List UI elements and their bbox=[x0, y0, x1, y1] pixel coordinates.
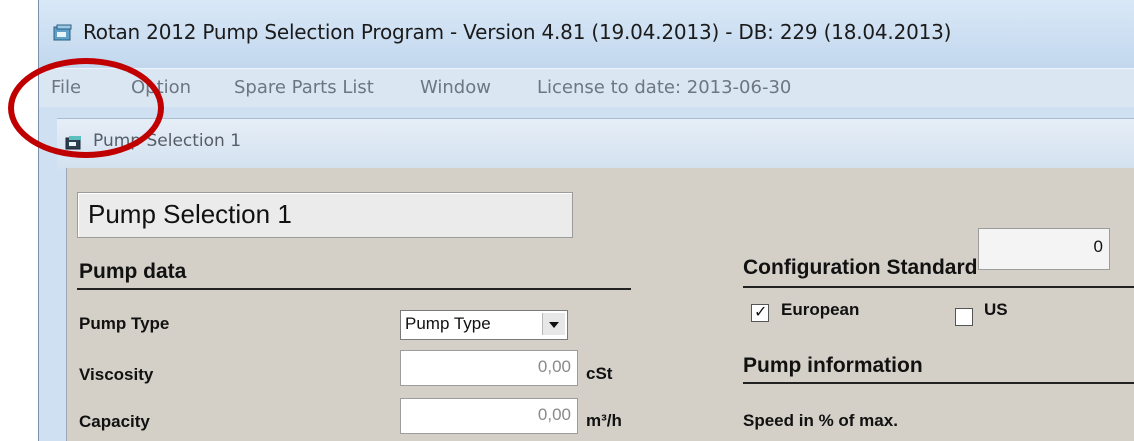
app-icon bbox=[53, 24, 72, 41]
european-checkbox[interactable]: ✓ bbox=[751, 302, 769, 322]
pump-information-heading: Pump information bbox=[743, 354, 923, 377]
checkmark-icon: ✓ bbox=[754, 302, 768, 321]
capacity-unit: m³/h bbox=[586, 411, 622, 430]
child-window-titlebar[interactable]: Pump Selection 1 bbox=[57, 118, 1134, 169]
speed-input[interactable]: 0 bbox=[978, 228, 1110, 270]
configuration-standard-heading: Configuration Standard bbox=[743, 256, 978, 279]
european-label[interactable]: European bbox=[781, 300, 859, 320]
pump-data-divider bbox=[77, 288, 631, 290]
pump-data-heading: Pump data bbox=[79, 260, 187, 283]
viscosity-label: Viscosity bbox=[79, 365, 154, 384]
pump-type-selected: Pump Type bbox=[405, 314, 491, 333]
selection-name-field[interactable]: Pump Selection 1 bbox=[77, 192, 573, 238]
window-titlebar[interactable]: Rotan 2012 Pump Selection Program - Vers… bbox=[39, 0, 1134, 68]
capacity-input[interactable]: 0,00 bbox=[400, 398, 578, 434]
menu-window[interactable]: Window bbox=[420, 77, 491, 98]
menu-bar: File Option Spare Parts List Window Lice… bbox=[39, 68, 1134, 107]
us-label[interactable]: US bbox=[984, 300, 1008, 320]
speed-label: Speed in % of max. bbox=[743, 411, 898, 430]
viscosity-value: 0,00 bbox=[537, 357, 571, 376]
chevron-down-icon[interactable] bbox=[542, 313, 565, 335]
pump-type-label: Pump Type bbox=[79, 314, 170, 333]
pump-type-select[interactable]: Pump Type bbox=[400, 310, 568, 340]
license-info: License to date: 2013-06-30 bbox=[537, 77, 792, 98]
viscosity-unit: cSt bbox=[586, 364, 613, 383]
speed-value: 0 bbox=[1093, 237, 1103, 256]
menu-spare-parts-list[interactable]: Spare Parts List bbox=[234, 77, 374, 98]
configuration-divider bbox=[743, 286, 1134, 288]
pump-information-divider bbox=[743, 382, 1134, 384]
window-title: Rotan 2012 Pump Selection Program - Vers… bbox=[83, 20, 952, 44]
capacity-label: Capacity bbox=[79, 412, 150, 431]
highlight-circle bbox=[8, 58, 164, 158]
us-checkbox[interactable] bbox=[955, 308, 973, 326]
selection-name-value: Pump Selection 1 bbox=[88, 199, 292, 229]
capacity-value: 0,00 bbox=[537, 405, 571, 424]
app-window: Rotan 2012 Pump Selection Program - Vers… bbox=[38, 0, 1134, 441]
viscosity-input[interactable]: 0,00 bbox=[400, 350, 578, 386]
pump-selection-form: Pump Selection 1 Pump data Pump Type Pum… bbox=[66, 168, 1134, 441]
